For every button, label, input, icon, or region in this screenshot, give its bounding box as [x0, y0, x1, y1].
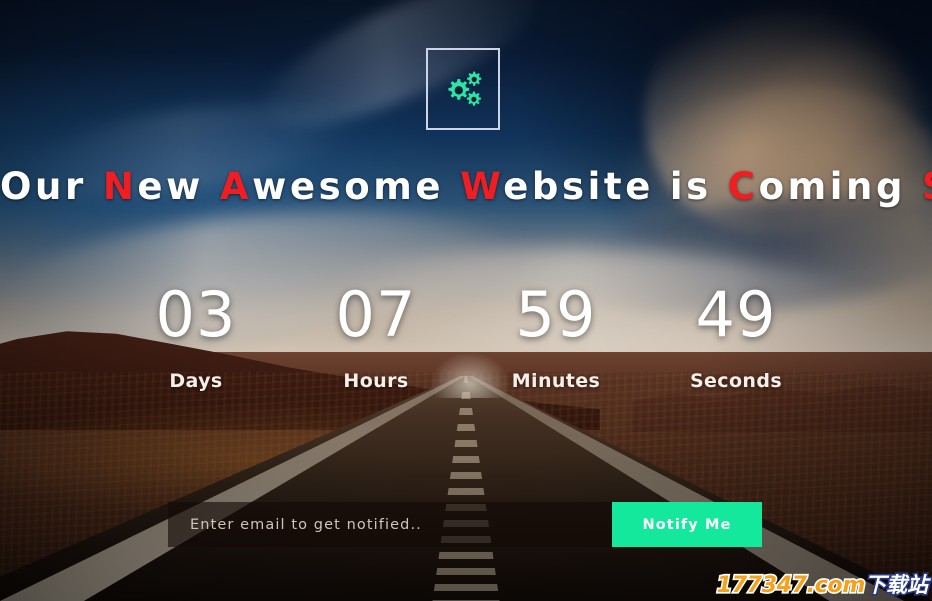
- title-word: New: [102, 165, 204, 208]
- gears-icon: [440, 67, 486, 111]
- title-word: Coming: [727, 165, 907, 208]
- coming-soon-page: Our New Awesome Website is Coming Soon 03 Days…: [0, 0, 932, 601]
- subscribe-form: Notify Me: [168, 502, 762, 547]
- notify-me-button[interactable]: Notify Me: [612, 502, 762, 547]
- email-input[interactable]: [168, 502, 612, 547]
- countdown-seconds-label: Seconds: [689, 370, 783, 392]
- title-accent-letter: A: [219, 165, 253, 208]
- countdown-seconds-value: 49: [695, 278, 777, 351]
- logo-box: [426, 48, 500, 130]
- page-content: Our New Awesome Website is Coming Soon 03 Days…: [0, 0, 932, 601]
- title-accent-letter: S: [922, 165, 932, 208]
- countdown-hours-label: Hours: [343, 370, 409, 392]
- title-accent-letter: N: [102, 165, 138, 208]
- watermark-suffix: 下载站: [863, 573, 929, 597]
- countdown-unit-minutes: 59 Minutes: [466, 278, 646, 393]
- countdown-hours-value: 07: [335, 278, 417, 351]
- title-word: is: [669, 165, 712, 208]
- countdown-unit-hours: 07 Hours: [286, 278, 466, 393]
- countdown-unit-seconds: 49 Seconds: [646, 278, 826, 393]
- countdown-unit-days: 03 Days: [106, 278, 286, 393]
- countdown-minutes-label: Minutes: [511, 370, 601, 392]
- watermark-domain: 177347.com: [715, 573, 867, 598]
- countdown-minutes-value: 59: [515, 278, 597, 351]
- watermark: 177347.com 下载站: [715, 573, 930, 598]
- page-title: Our New Awesome Website is Coming Soon: [0, 165, 932, 208]
- title-word: Awesome: [219, 165, 445, 208]
- title-accent-letter: W: [460, 165, 504, 208]
- countdown-days-label: Days: [169, 370, 223, 392]
- title-word: Soon: [922, 165, 932, 208]
- title-accent-letter: C: [727, 165, 759, 208]
- countdown-timer: 03 Days 07 Hours 59 Minutes 49 Seconds: [0, 278, 932, 393]
- countdown-days-value: 03: [155, 278, 237, 351]
- title-word: Our: [0, 165, 87, 208]
- title-word: Website: [460, 165, 654, 208]
